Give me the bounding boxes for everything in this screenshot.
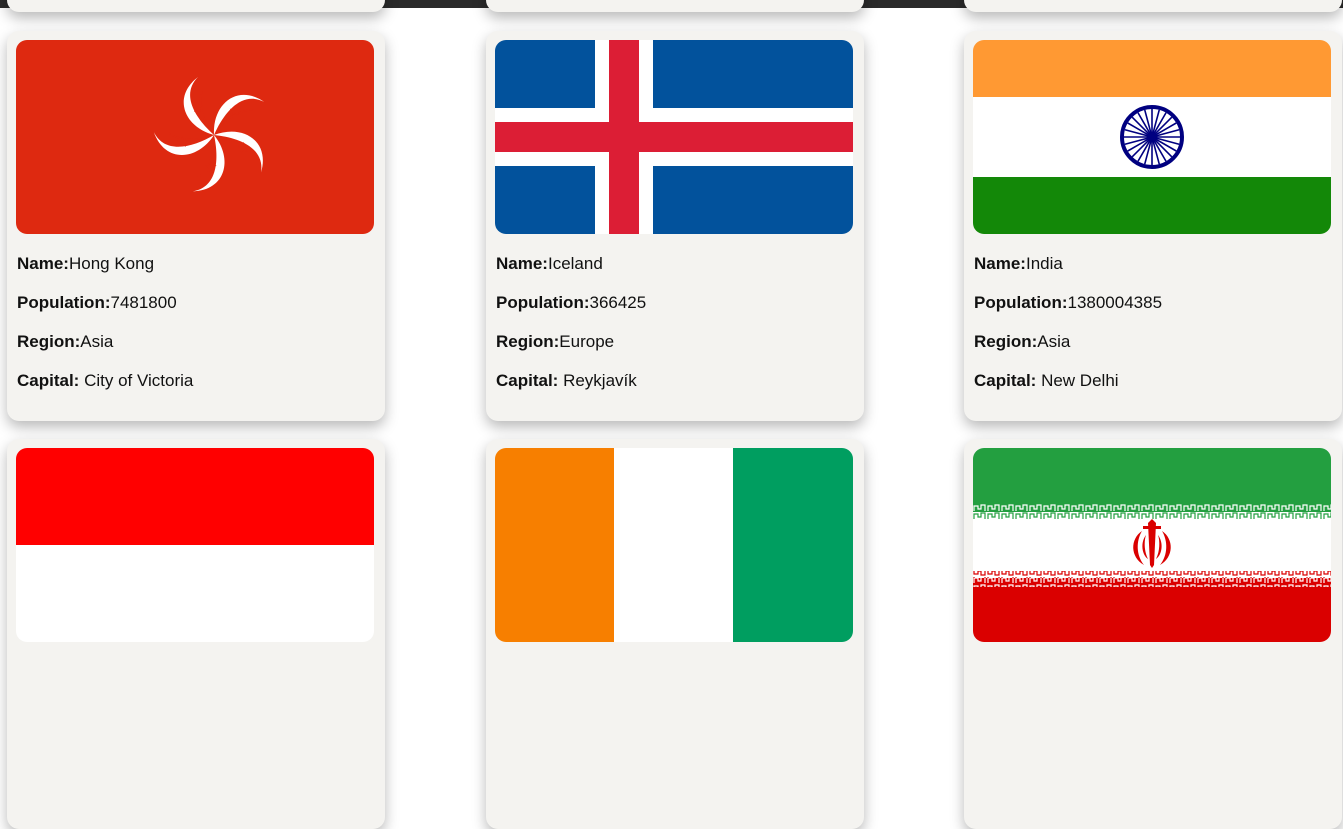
indonesia-flag-icon <box>16 448 374 642</box>
country-region-row: Region:Asia <box>974 322 1332 361</box>
country-population: 1380004385 <box>1067 293 1163 312</box>
country-region: Europe <box>559 332 615 351</box>
name-label: Name: <box>496 254 548 273</box>
country-population-row: Population:7481800 <box>17 283 375 322</box>
india-flag-icon <box>973 40 1331 234</box>
capital-label: Capital: <box>974 371 1037 390</box>
capital-label: Capital: <box>496 371 559 390</box>
region-label: Region: <box>974 332 1038 351</box>
population-label: Population: <box>974 293 1068 312</box>
country-card-partial[interactable] <box>964 0 1342 12</box>
country-capital: City of Victoria <box>84 371 194 390</box>
population-label: Population: <box>496 293 590 312</box>
country-capital: New Delhi <box>1041 371 1119 390</box>
country-card-iran[interactable] <box>964 439 1342 829</box>
region-label: Region: <box>17 332 81 351</box>
country-region: Asia <box>1037 332 1071 351</box>
country-region: Asia <box>80 332 114 351</box>
country-population-row: Population:1380004385 <box>974 283 1332 322</box>
country-card-indonesia[interactable] <box>7 439 385 829</box>
country-name: Hong Kong <box>68 254 155 273</box>
ivory-coast-flag-icon <box>495 448 853 642</box>
country-name-row: Name:Hong Kong <box>17 244 375 283</box>
hong-kong-flag-icon <box>16 40 374 234</box>
country-population: 7481800 <box>110 293 177 312</box>
country-card-iceland[interactable]: Name:Iceland Population:366425 Region:Eu… <box>486 31 864 421</box>
country-card-hong-kong[interactable]: Name:Hong Kong Population:7481800 Region… <box>7 31 385 421</box>
country-name-row: Name:India <box>974 244 1332 283</box>
country-card-partial[interactable] <box>7 0 385 12</box>
country-region-row: Region:Asia <box>17 322 375 361</box>
country-card-india[interactable]: Name:India Population:1380004385 Region:… <box>964 31 1342 421</box>
capital-label: Capital: <box>17 371 80 390</box>
country-name: India <box>1025 254 1063 273</box>
country-card-ivory-coast[interactable] <box>486 439 864 829</box>
name-label: Name: <box>17 254 69 273</box>
country-population-row: Population:366425 <box>496 283 854 322</box>
name-label: Name: <box>974 254 1026 273</box>
country-capital-row: Capital: New Delhi <box>974 361 1332 400</box>
country-capital-row: Capital: City of Victoria <box>17 361 375 400</box>
country-region-row: Region:Europe <box>496 322 854 361</box>
population-label: Population: <box>17 293 111 312</box>
country-capital: Reykjavík <box>563 371 637 390</box>
country-card-partial[interactable] <box>486 0 864 12</box>
iceland-flag-icon <box>495 40 853 234</box>
country-name-row: Name:Iceland <box>496 244 854 283</box>
country-capital-row: Capital: Reykjavík <box>496 361 854 400</box>
country-population: 366425 <box>589 293 647 312</box>
country-name: Iceland <box>547 254 603 273</box>
region-label: Region: <box>496 332 560 351</box>
iran-flag-icon <box>973 448 1331 642</box>
